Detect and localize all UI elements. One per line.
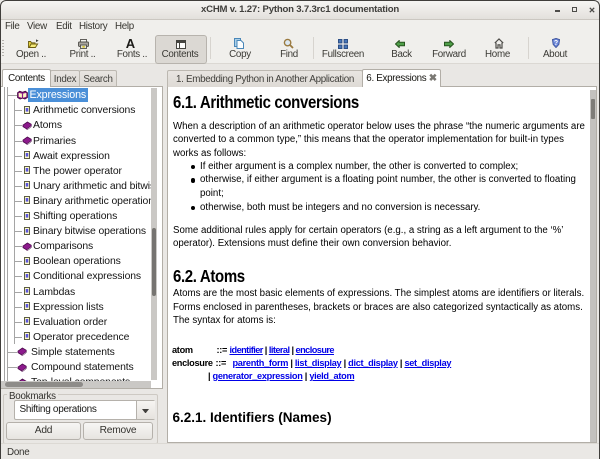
svg-text:?: ? xyxy=(553,40,557,47)
